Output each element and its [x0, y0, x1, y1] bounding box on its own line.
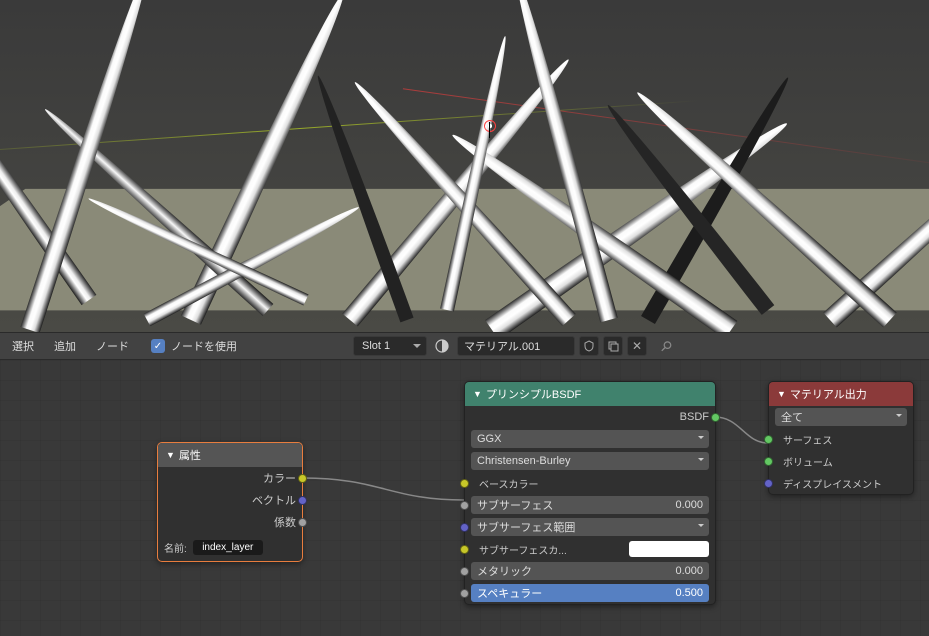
- socket-color[interactable]: カラー: [158, 467, 302, 489]
- surface-row[interactable]: サーフェス: [769, 428, 913, 450]
- distribution-select[interactable]: GGX: [471, 430, 709, 448]
- viewport-3d[interactable]: [0, 0, 929, 332]
- socket-in-subsurface-color[interactable]: [460, 545, 469, 554]
- specular-slider[interactable]: スペキュラー0.500: [471, 584, 709, 602]
- material-shading-icon[interactable]: [431, 336, 453, 356]
- metallic-row[interactable]: メタリック0.000: [465, 560, 715, 582]
- node-title: 属性: [179, 447, 201, 463]
- node-material-output[interactable]: ▼ マテリアル出力 全て サーフェス ボリューム ディスプレイスメント: [768, 381, 914, 495]
- menu-node[interactable]: ノード: [88, 338, 137, 354]
- socket-out-vector[interactable]: [298, 496, 307, 505]
- use-nodes-checkbox[interactable]: ✓: [151, 339, 165, 353]
- subsurface-method-row: Christensen-Burley: [465, 450, 715, 472]
- specular-row[interactable]: スペキュラー0.500: [465, 582, 715, 604]
- socket-in-metallic[interactable]: [460, 567, 469, 576]
- material-name-input[interactable]: マテリアル.001: [457, 336, 575, 356]
- subsurface-radius-row[interactable]: サブサーフェス範囲: [465, 516, 715, 538]
- attribute-name-row: 名前: index_layer: [158, 533, 302, 561]
- node-title: マテリアル出力: [790, 386, 867, 402]
- collapse-icon[interactable]: ▼: [777, 389, 786, 399]
- socket-bsdf[interactable]: BSDF: [465, 406, 715, 428]
- socket-in-subsurface-radius[interactable]: [460, 523, 469, 532]
- socket-in-subsurface[interactable]: [460, 501, 469, 510]
- socket-out-bsdf[interactable]: [711, 413, 720, 422]
- socket-in-volume[interactable]: [764, 457, 773, 466]
- subsurface-color-swatch[interactable]: [629, 541, 709, 557]
- shield-icon[interactable]: [579, 336, 599, 356]
- node-title: プリンシプルBSDF: [486, 386, 581, 402]
- collapse-icon[interactable]: ▼: [166, 450, 175, 460]
- node-editor-area[interactable]: ▼ 属性 カラー ベクトル 係数 名前: index_layer ▼ プリンシプルB…: [0, 360, 929, 636]
- socket-in-specular[interactable]: [460, 589, 469, 598]
- menu-add[interactable]: 追加: [46, 338, 84, 354]
- target-select[interactable]: 全て: [775, 408, 907, 426]
- slot-select[interactable]: Slot 1: [353, 336, 427, 356]
- node-header[interactable]: ▼ 属性: [158, 443, 302, 467]
- socket-out-factor[interactable]: [298, 518, 307, 527]
- node-attribute[interactable]: ▼ 属性 カラー ベクトル 係数 名前: index_layer: [157, 442, 303, 562]
- distribution-row: GGX: [465, 428, 715, 450]
- use-nodes-label: ノードを使用: [169, 338, 245, 354]
- pin-icon[interactable]: ⚲: [656, 336, 675, 355]
- subsurface-radius-select[interactable]: サブサーフェス範囲: [471, 518, 709, 536]
- new-material-icon[interactable]: [603, 336, 623, 356]
- node-header[interactable]: ▼ プリンシプルBSDF: [465, 382, 715, 406]
- node-header[interactable]: ▼ マテリアル出力: [769, 382, 913, 406]
- volume-row[interactable]: ボリューム: [769, 450, 913, 472]
- node-principled-bsdf[interactable]: ▼プリンシプルBSDF BSDF GGX Christensen-Burley …: [464, 381, 716, 605]
- cursor-3d-icon: [489, 125, 499, 135]
- socket-vector[interactable]: ベクトル: [158, 489, 302, 511]
- unlink-icon[interactable]: ✕: [627, 336, 647, 356]
- socket-in-displacement[interactable]: [764, 479, 773, 488]
- socket-out-color[interactable]: [298, 474, 307, 483]
- displacement-row[interactable]: ディスプレイスメント: [769, 472, 913, 494]
- subsurface-method-select[interactable]: Christensen-Burley: [471, 452, 709, 470]
- socket-in-basecolor[interactable]: [460, 479, 469, 488]
- attribute-name-input[interactable]: index_layer: [193, 540, 263, 555]
- node-editor-header: 選択 追加 ノード ✓ ノードを使用 Slot 1 マテリアル.001 ✕ ⚲: [0, 332, 929, 360]
- metallic-slider[interactable]: メタリック0.000: [471, 562, 709, 580]
- subsurface-color-row[interactable]: サブサーフェスカ...: [465, 538, 715, 560]
- subsurface-row[interactable]: サブサーフェス0.000: [465, 494, 715, 516]
- socket-factor[interactable]: 係数: [158, 511, 302, 533]
- collapse-icon[interactable]: ▼: [473, 389, 482, 399]
- socket-in-surface[interactable]: [764, 435, 773, 444]
- name-label: 名前:: [164, 540, 187, 555]
- subsurface-slider[interactable]: サブサーフェス0.000: [471, 496, 709, 514]
- base-color-row[interactable]: ベースカラー: [465, 472, 715, 494]
- target-row: 全て: [769, 406, 913, 428]
- menu-select[interactable]: 選択: [4, 338, 42, 354]
